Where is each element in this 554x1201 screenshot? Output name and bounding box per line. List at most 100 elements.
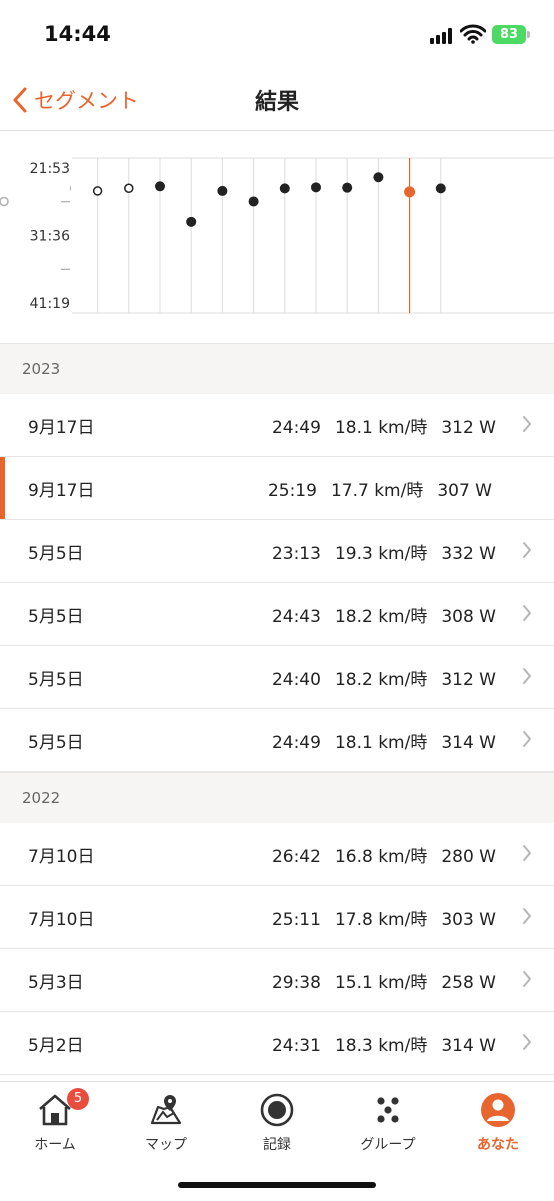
tab-map-label: マップ	[145, 1137, 187, 1153]
year-section-header: 2022	[0, 772, 554, 824]
chevron-right	[522, 844, 532, 866]
result-stats: 24:49 18.1 km/時 314 W	[258, 728, 496, 753]
result-stats: 24:40 18.2 km/時 312 W	[258, 665, 496, 690]
navigation-bar: セグメント 結果	[0, 70, 554, 131]
result-stats: 24:49 18.1 km/時 312 W	[258, 413, 496, 438]
result-time: 26:42	[271, 847, 321, 867]
result-time: 24:43	[271, 607, 321, 627]
result-speed: 18.2 km/時	[334, 607, 428, 627]
tab-map[interactable]: マップ	[111, 1090, 221, 1153]
result-row[interactable]: 7月10日 26:42 16.8 km/時 280 W	[0, 823, 554, 886]
result-power: 303 W	[441, 910, 496, 930]
chart-y-tick-label: 41:19	[30, 296, 70, 312]
tab-groups-label: グループ	[360, 1137, 416, 1153]
result-power: 307 W	[437, 481, 492, 501]
result-time: 24:31	[271, 1036, 321, 1056]
result-time: 24:40	[271, 670, 321, 690]
result-stats: 29:38 15.1 km/時 258 W	[258, 968, 496, 993]
result-time: 24:49	[271, 418, 321, 438]
tab-home-label: ホーム	[34, 1137, 76, 1153]
chevron-right	[522, 604, 532, 626]
result-power: 308 W	[441, 607, 496, 627]
result-stats: 24:31 18.3 km/時 314 W	[258, 1031, 496, 1056]
year-section-header: 2023	[0, 343, 554, 395]
battery-tip	[527, 31, 530, 38]
result-row[interactable]: 5月5日 23:13 19.3 km/時 332 W	[0, 520, 554, 583]
groups-icon	[377, 1097, 399, 1123]
chevron-right	[522, 1033, 532, 1055]
chevron-right-icon	[523, 668, 531, 684]
chevron-right-icon	[523, 908, 531, 924]
record-icon	[260, 1093, 294, 1127]
result-row[interactable]: 5月5日 24:49 18.1 km/時 314 W	[0, 709, 554, 772]
result-speed: 18.3 km/時	[334, 1036, 428, 1056]
result-power: 258 W	[441, 973, 496, 993]
chart-point	[186, 216, 197, 227]
chevron-right	[522, 541, 532, 563]
result-row-selected[interactable]: 9月17日 25:19 17.7 km/時 307 W	[0, 457, 554, 520]
tab-you-label: あなた	[477, 1137, 519, 1153]
result-time: 23:13	[271, 544, 321, 564]
result-power: 280 W	[441, 847, 496, 867]
battery-level: 83	[499, 27, 519, 42]
result-row[interactable]: 5月5日 24:43 18.2 km/時 308 W	[0, 583, 554, 646]
chart-point	[373, 172, 384, 183]
chart-point	[311, 182, 321, 193]
result-stats: 23:13 19.3 km/時 332 W	[258, 539, 496, 564]
wifi-icon	[460, 24, 486, 44]
map-icon	[150, 1095, 182, 1125]
result-time: 25:19	[267, 481, 317, 501]
result-speed: 18.1 km/時	[334, 418, 428, 438]
cellular-signal-icon	[430, 28, 452, 44]
chevron-right	[522, 730, 532, 752]
result-date: 5月5日	[28, 670, 84, 690]
chart-point	[248, 196, 259, 207]
year-label: 2022	[22, 789, 61, 807]
result-speed: 18.2 km/時	[334, 670, 428, 690]
result-row[interactable]: 7月10日 25:11 17.8 km/時 303 W	[0, 886, 554, 949]
page-title: 結果	[254, 90, 299, 115]
tab-record[interactable]: 記録	[222, 1090, 332, 1153]
result-date: 5月5日	[28, 733, 84, 753]
result-date: 7月10日	[28, 910, 95, 930]
result-row[interactable]: 5月5日 24:40 18.2 km/時 312 W	[0, 646, 554, 709]
tab-groups[interactable]: グループ	[333, 1090, 443, 1153]
result-date: 5月3日	[28, 973, 84, 993]
chevron-right-icon	[523, 731, 531, 747]
result-speed: 19.3 km/時	[334, 544, 428, 564]
result-power: 332 W	[441, 544, 496, 564]
tab-home[interactable]: 5 ホーム	[0, 1088, 110, 1153]
result-speed: 17.7 km/時	[330, 481, 424, 501]
year-label: 2023	[22, 360, 61, 378]
selected-indicator	[0, 457, 5, 519]
results-scatter-chart: 21:53 31:36 41:19	[0, 131, 554, 343]
result-power: 312 W	[441, 418, 496, 438]
result-speed: 18.1 km/時	[334, 733, 428, 753]
tab-you[interactable]: あなた	[443, 1090, 553, 1153]
results-chart[interactable]: 21:53 31:36 41:19	[0, 131, 554, 343]
result-time: 25:11	[271, 910, 321, 930]
chevron-right	[522, 667, 532, 689]
chart-point	[279, 183, 290, 194]
result-time: 29:38	[271, 973, 321, 993]
chevron-right-icon	[523, 416, 531, 432]
chevron-right	[522, 907, 532, 929]
result-date: 5月2日	[28, 1036, 84, 1056]
result-speed: 15.1 km/時	[334, 973, 428, 993]
notification-badge: 5	[67, 1088, 89, 1110]
chart-y-tick-label: 31:36	[30, 229, 70, 245]
result-row[interactable]: 5月2日 24:31 18.3 km/時 314 W	[0, 1012, 554, 1075]
chart-point	[0, 196, 9, 207]
result-row[interactable]: 5月3日 29:38 15.1 km/時 258 W	[0, 949, 554, 1012]
chevron-right	[522, 970, 532, 992]
chart-point-selected	[404, 186, 416, 198]
chevron-right-icon	[523, 542, 531, 558]
result-row[interactable]: 9月17日 24:49 18.1 km/時 312 W	[0, 394, 554, 457]
result-stats: 26:42 16.8 km/時 280 W	[258, 842, 496, 867]
tab-record-label: 記録	[263, 1137, 291, 1153]
chevron-right-icon	[523, 1034, 531, 1050]
result-stats: 25:19 17.7 km/時 307 W	[254, 476, 492, 501]
chart-point	[217, 185, 228, 196]
result-date: 9月17日	[28, 418, 95, 438]
status-time: 14:44	[44, 22, 111, 46]
